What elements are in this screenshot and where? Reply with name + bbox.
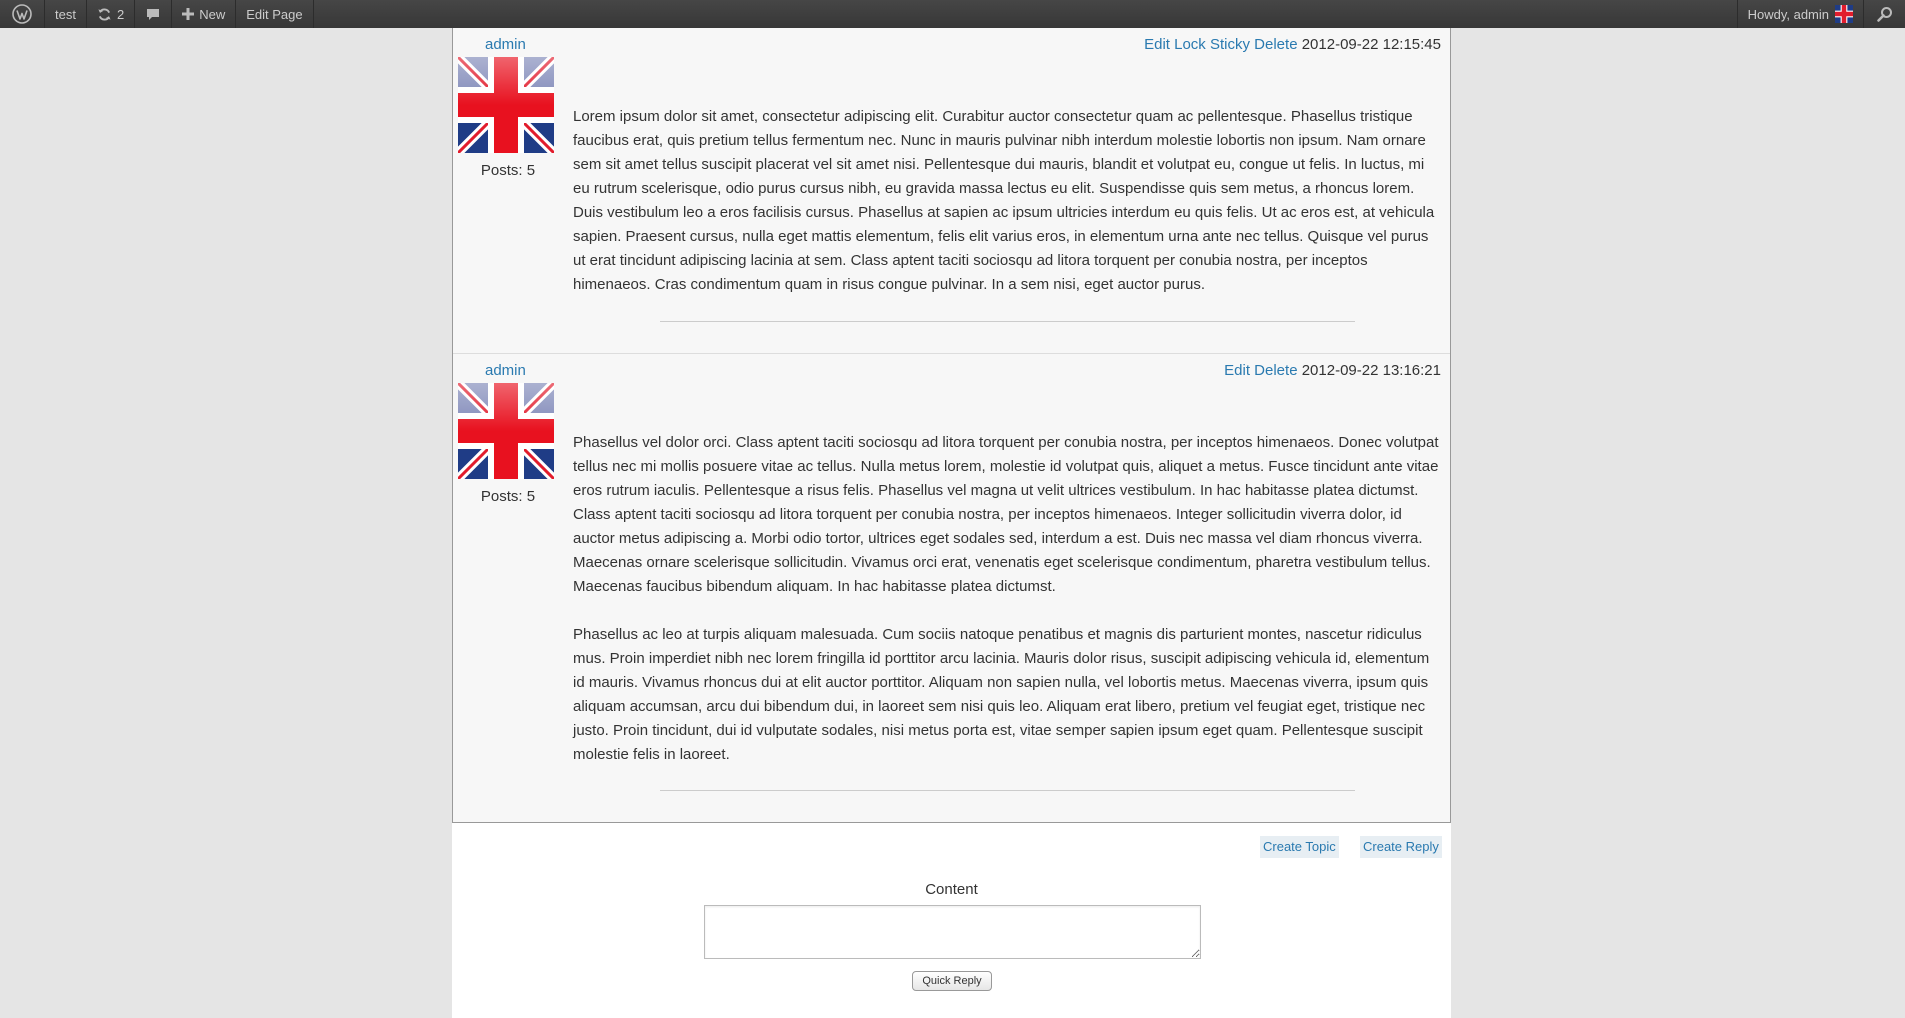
user-avatar-mini (1835, 5, 1853, 23)
comments-link[interactable] (135, 0, 173, 28)
create-topic-button[interactable]: Create Topic (1260, 836, 1339, 858)
author-avatar[interactable] (458, 383, 554, 479)
post-paragraph: Lorem ipsum dolor sit amet, consectetur … (573, 108, 1435, 293)
edit-page-label: Edit Page (246, 6, 303, 22)
post-content: Phasellus vel dolor orci. Class aptent t… (573, 431, 1443, 791)
delete-link[interactable]: Delete (1254, 362, 1297, 379)
new-label: New (199, 6, 226, 22)
wordpress-logo-icon (12, 4, 32, 24)
wordpress-menu[interactable] (0, 0, 45, 28)
refresh-icon (97, 7, 112, 22)
comment-bubble-icon (145, 7, 161, 22)
post-separator (660, 790, 1355, 791)
forum-post: admin (453, 28, 1450, 354)
search-toggle[interactable] (1863, 0, 1905, 28)
updates-link[interactable]: 2 (87, 0, 136, 28)
author-post-count: Posts: 5 (480, 162, 536, 179)
content-textarea[interactable] (704, 905, 1201, 959)
author-avatar[interactable] (458, 57, 554, 153)
post-content: Lorem ipsum dolor sit amet, consectetur … (573, 105, 1443, 321)
post-timestamp: 2012-09-22 12:15:45 (1301, 36, 1441, 53)
edit-link[interactable]: Edit (1224, 362, 1250, 379)
create-reply-button[interactable]: Create Reply (1360, 836, 1442, 858)
my-account-menu[interactable]: Howdy, admin (1736, 0, 1863, 28)
post-meta: Edit Delete 2012-09-22 13:16:21 (1224, 362, 1441, 379)
plus-icon (182, 8, 195, 20)
quick-reply-button[interactable]: Quick Reply (912, 971, 992, 991)
site-name: test (55, 6, 76, 22)
howdy-text: Howdy, admin (1747, 6, 1829, 22)
updates-count: 2 (116, 6, 125, 22)
sticky-link[interactable]: Sticky (1210, 36, 1250, 53)
author-post-count: Posts: 5 (480, 488, 536, 505)
admin-bar: test 2 New Edit Page Howdy, admin (0, 0, 1905, 28)
forum-topic-column: admin Posts: 5 Edit Lock Sticky Delete 2… (452, 28, 1451, 1018)
delete-link[interactable]: Delete (1254, 36, 1297, 53)
post-meta: Edit Lock Sticky Delete 2012-09-22 12:15… (1144, 36, 1441, 53)
site-name-link[interactable]: test (45, 0, 87, 28)
lock-link[interactable]: Lock (1174, 36, 1206, 53)
post-author-link[interactable]: admin (485, 362, 526, 379)
edit-page-link[interactable]: Edit Page (236, 0, 314, 28)
post-separator (660, 321, 1355, 322)
post-author-link[interactable]: admin (485, 36, 526, 53)
new-content-link[interactable]: New (172, 0, 237, 28)
content-label: Content (925, 881, 978, 898)
post-timestamp: 2012-09-22 13:16:21 (1301, 362, 1441, 379)
post-paragraph: Phasellus ac leo at turpis aliquam males… (573, 626, 1430, 763)
forum-post: admin (453, 354, 1450, 822)
replies-list: admin Posts: 5 Edit Lock Sticky Delete 2… (452, 28, 1451, 823)
search-icon (1876, 7, 1892, 22)
post-paragraph: Phasellus vel dolor orci. Class aptent t… (573, 434, 1439, 595)
edit-link[interactable]: Edit (1144, 36, 1170, 53)
